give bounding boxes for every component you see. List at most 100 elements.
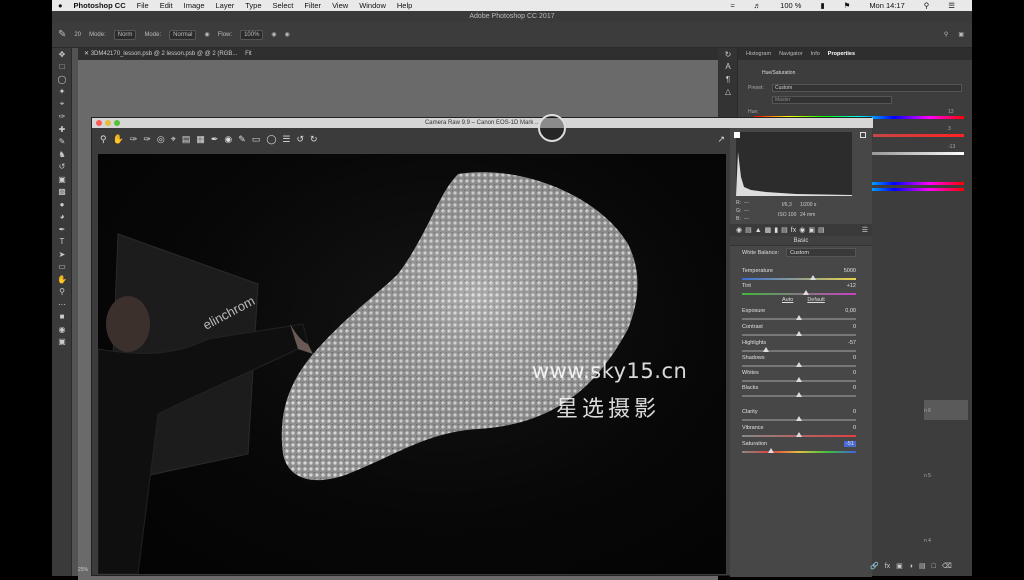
saturation-value[interactable]: 3 <box>948 126 951 132</box>
slider-value[interactable]: 0 <box>853 324 856 330</box>
menu-edit[interactable]: Edit <box>160 1 173 10</box>
wifi-icon[interactable]: ≈ <box>731 1 735 10</box>
presets-tab-icon[interactable]: ▣ <box>808 226 815 234</box>
volume-icon[interactable]: ♬ <box>754 1 762 10</box>
white-balance-tool-icon[interactable]: ✑ <box>130 134 138 145</box>
slider-knob[interactable] <box>762 347 769 352</box>
slider-value[interactable]: +12 <box>847 283 856 289</box>
slider-track[interactable] <box>742 350 856 352</box>
brush-tool-icon[interactable]: ✎ <box>52 136 72 149</box>
tab-info[interactable]: Info <box>811 51 820 57</box>
workspace-icon[interactable]: ▣ <box>958 31 964 38</box>
link-layers-icon[interactable]: 🔗 <box>870 562 879 570</box>
path-select-icon[interactable]: ➤ <box>52 248 72 261</box>
menu-layer[interactable]: Layer <box>216 1 235 10</box>
menu-view[interactable]: View <box>332 1 348 10</box>
history-icon[interactable]: ↻ <box>718 48 738 61</box>
menu-file[interactable]: File <box>137 1 149 10</box>
slider-value[interactable]: -57 <box>848 340 856 346</box>
clone-stamp-icon[interactable]: ♞ <box>52 148 72 161</box>
slider-knob[interactable] <box>796 432 802 437</box>
slider-knob[interactable] <box>796 315 802 320</box>
document-tab[interactable]: ✕ 3DM42170_lesson.psb @ 2 lesson.psb @ @… <box>78 48 748 60</box>
menu-filter[interactable]: Filter <box>304 1 321 10</box>
folder-icon[interactable]: ▤ <box>919 562 926 570</box>
slider-knob[interactable] <box>767 448 774 453</box>
quick-mask-icon[interactable]: ◉ <box>52 323 72 336</box>
eraser-icon[interactable]: ▣ <box>52 173 72 186</box>
layer-label-5[interactable]: n 5 <box>924 473 931 479</box>
menu-window[interactable]: Window <box>359 1 386 10</box>
slider-knob[interactable] <box>796 392 802 397</box>
zoom-tool-icon[interactable]: ⚲ <box>100 134 107 145</box>
zoom-level[interactable]: 25% <box>78 567 88 573</box>
snapshots-tab-icon[interactable]: ▤ <box>818 226 825 234</box>
slider-whites[interactable]: Whites 0 <box>742 370 856 384</box>
blur-icon[interactable]: ● <box>52 198 72 211</box>
split-toning-tab-icon[interactable]: ▮ <box>774 226 778 234</box>
close-tab-icon[interactable]: ✕ <box>84 51 89 57</box>
slider-knob[interactable] <box>796 416 802 421</box>
battery-icon[interactable]: ▮ <box>820 1 824 10</box>
slider-value[interactable]: 5000 <box>844 268 856 274</box>
flow-input[interactable]: 100% <box>240 29 264 40</box>
lens-tab-icon[interactable]: ▤ <box>781 226 788 234</box>
paragraph-icon[interactable]: ¶ <box>718 73 738 86</box>
slider-knob[interactable] <box>796 377 802 382</box>
fx-icon[interactable]: fx <box>885 563 890 570</box>
tab-navigator[interactable]: Navigator <box>779 51 803 57</box>
panel-menu-icon[interactable]: ☰ <box>862 226 868 234</box>
hue-value[interactable]: 13 <box>948 109 954 115</box>
slider-saturation[interactable]: Saturation -51 <box>742 441 856 455</box>
rotate-right-icon[interactable]: ↻ <box>310 134 318 145</box>
auto-link[interactable]: Auto <box>782 297 793 303</box>
zoom-tool-icon[interactable]: ⚲ <box>52 286 72 299</box>
screen-mode-icon[interactable]: ▣ <box>52 336 72 349</box>
battery-percent[interactable]: 100 % <box>780 1 801 10</box>
type-tool-icon[interactable]: T <box>52 236 72 249</box>
menu-help[interactable]: Help <box>397 1 412 10</box>
menu-image[interactable]: Image <box>184 1 205 10</box>
crop-tool-icon[interactable]: ⌖ <box>171 134 176 145</box>
eyedropper-icon[interactable]: ✑ <box>52 111 72 124</box>
slider-value[interactable]: 0 <box>853 370 856 376</box>
dodge-icon[interactable]: ◕ <box>52 211 72 224</box>
slider-temperature[interactable]: Temperature 5000 <box>742 268 856 282</box>
fullscreen-icon[interactable]: ↗ <box>717 134 725 145</box>
slider-value[interactable]: 0 <box>853 385 856 391</box>
transform-tool-icon[interactable]: ▦ <box>196 134 205 145</box>
slider-clarity[interactable]: Clarity 0 <box>742 409 856 423</box>
adjustment-layer-icon[interactable]: ◑ <box>909 563 913 570</box>
slider-knob[interactable] <box>796 362 802 367</box>
zoom-window-icon[interactable] <box>114 120 120 126</box>
hand-tool-icon[interactable]: ✋ <box>52 273 72 286</box>
brush-size[interactable]: 20 <box>74 32 81 38</box>
pressure-icon[interactable]: ◉ <box>204 31 209 38</box>
preset-select[interactable]: Custom <box>772 84 962 92</box>
spot-removal-icon[interactable]: ✒ <box>211 134 219 145</box>
shadow-clipping-icon[interactable] <box>734 132 740 138</box>
slider-vibrance[interactable]: Vibrance 0 <box>742 425 856 439</box>
search-icon[interactable]: ⚲ <box>924 1 930 10</box>
layer-label-4[interactable]: n 4 <box>924 538 931 544</box>
slider-knob[interactable] <box>809 275 816 280</box>
slider-track[interactable] <box>742 278 856 280</box>
new-layer-icon[interactable]: □ <box>932 563 936 570</box>
quick-select-icon[interactable]: ✦ <box>52 86 72 99</box>
lightness-value[interactable]: -13 <box>948 144 955 150</box>
brush-tool-icon[interactable]: ✎ <box>58 29 66 40</box>
white-balance-select[interactable]: Custom <box>786 248 856 257</box>
character-icon[interactable]: A <box>718 61 738 74</box>
document-tab-fit[interactable]: Fit <box>245 51 252 57</box>
slider-knob[interactable] <box>796 331 802 336</box>
hsl-tab-icon[interactable]: ▩ <box>765 226 772 234</box>
trash-icon[interactable]: ⌫ <box>942 562 952 570</box>
gradient-icon[interactable]: ▩ <box>52 186 72 199</box>
mask-icon[interactable]: ▣ <box>896 562 903 570</box>
healing-brush-icon[interactable]: ✚ <box>52 123 72 136</box>
airbrush-icon[interactable]: ◉ <box>271 31 276 38</box>
slider-track[interactable] <box>742 451 856 453</box>
slider-shadows[interactable]: Shadows 0 <box>742 355 856 369</box>
3d-icon[interactable]: △ <box>718 86 738 99</box>
minimize-window-icon[interactable] <box>105 120 111 126</box>
